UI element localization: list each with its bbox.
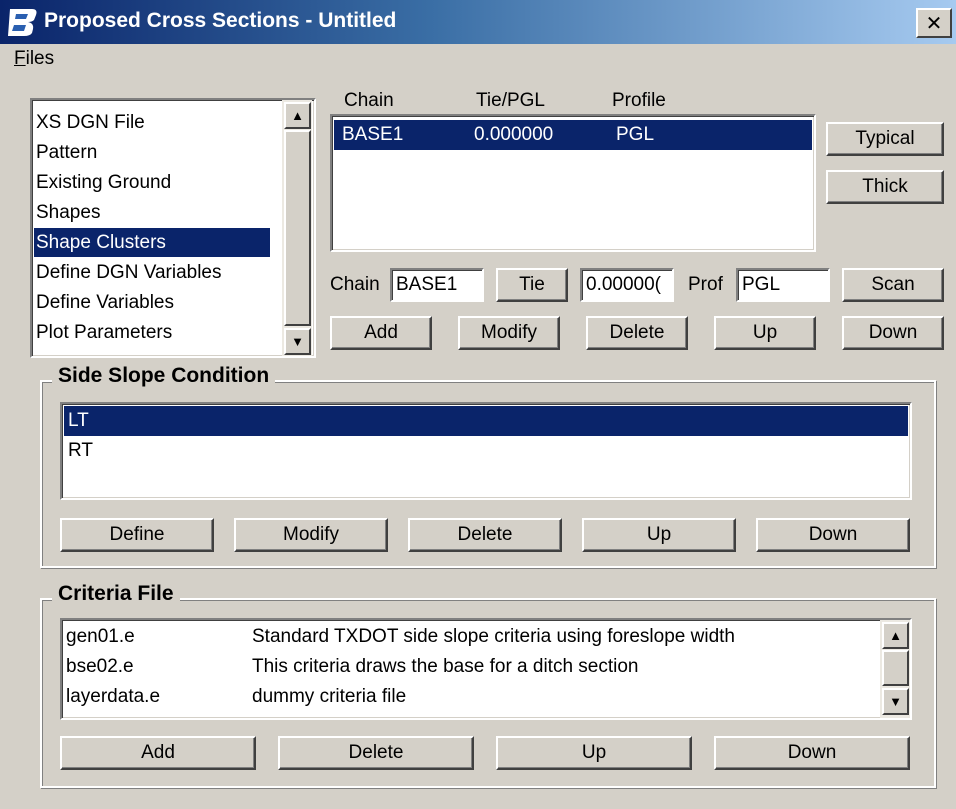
criteria-scroll-down-button[interactable]: ▼	[882, 688, 909, 715]
title-bar: Proposed Cross Sections - Untitled ✕	[0, 0, 956, 44]
menu-files-mnemonic: F	[14, 48, 26, 69]
menu-bar: Files	[0, 44, 956, 76]
side-slope-delete-button[interactable]: Delete	[408, 518, 562, 552]
criteria-row[interactable]: gen01.e Standard TXDOT side slope criter…	[64, 622, 874, 652]
nav-scroll-up-button[interactable]: ▲	[284, 102, 311, 129]
chain-input[interactable]: BASE1	[390, 268, 484, 302]
nav-item-define-dgn-variables[interactable]: Define DGN Variables	[34, 258, 270, 287]
side-slope-item-rt[interactable]: RT	[64, 436, 908, 466]
prof-label: Prof	[688, 274, 723, 295]
chain-down-button[interactable]: Down	[842, 316, 944, 350]
criteria-down-button[interactable]: Down	[714, 736, 910, 770]
nav-scroll-thumb[interactable]	[284, 130, 311, 326]
nav-item-xs-dgn-file[interactable]: XS DGN File	[34, 108, 270, 137]
section-nav-list[interactable]: XS DGN File Pattern Existing Ground Shap…	[30, 98, 316, 358]
side-slope-item-lt[interactable]: LT	[64, 406, 908, 436]
nav-item-shape-clusters[interactable]: Shape Clusters	[34, 228, 270, 257]
criteria-file-cell: gen01.e	[66, 626, 135, 647]
tie-button[interactable]: Tie	[496, 268, 568, 302]
criteria-list[interactable]: gen01.e Standard TXDOT side slope criter…	[60, 618, 912, 720]
criteria-delete-button[interactable]: Delete	[278, 736, 474, 770]
criteria-row[interactable]: layerdata.e dummy criteria file	[64, 682, 874, 712]
bentley-b-icon	[8, 9, 37, 36]
nav-item-plot-parameters[interactable]: Plot Parameters	[34, 318, 270, 347]
chain-up-button[interactable]: Up	[714, 316, 816, 350]
chain-cell: BASE1	[342, 124, 404, 145]
criteria-add-button[interactable]: Add	[60, 736, 256, 770]
close-button[interactable]: ✕	[916, 8, 952, 38]
nav-item-define-variables[interactable]: Define Variables	[34, 288, 270, 317]
thick-button[interactable]: Thick	[826, 170, 944, 204]
criteria-row[interactable]: bse02.e This criteria draws the base for…	[64, 652, 874, 682]
criteria-file-cell: layerdata.e	[66, 686, 161, 707]
tie-cell: 0.000000	[474, 124, 554, 145]
window-title: Proposed Cross Sections - Untitled	[44, 9, 397, 32]
side-slope-modify-button[interactable]: Modify	[234, 518, 388, 552]
criteria-desc-cell: Standard TXDOT side slope criteria using…	[252, 626, 735, 647]
criteria-scroll-thumb[interactable]	[882, 650, 909, 686]
header-chain: Chain	[344, 90, 394, 111]
criteria-up-button[interactable]: Up	[496, 736, 692, 770]
chain-modify-button[interactable]: Modify	[458, 316, 560, 350]
side-slope-down-button[interactable]: Down	[756, 518, 910, 552]
prof-input[interactable]: PGL	[736, 268, 830, 302]
criteria-desc-cell: This criteria draws the base for a ditch…	[252, 656, 639, 677]
chain-label: Chain	[330, 274, 380, 295]
side-slope-list[interactable]: LT RT	[60, 402, 912, 500]
criteria-file-cell: bse02.e	[66, 656, 134, 677]
header-tie-pgl: Tie/PGL	[476, 90, 545, 111]
tie-input[interactable]: 0.00000(	[580, 268, 674, 302]
nav-item-existing-ground[interactable]: Existing Ground	[34, 168, 270, 197]
profile-cell: PGL	[616, 124, 655, 145]
chain-delete-button[interactable]: Delete	[586, 316, 688, 350]
criteria-scroll-up-button[interactable]: ▲	[882, 622, 909, 649]
menu-files[interactable]: Files	[14, 48, 54, 70]
side-slope-title: Side Slope Condition	[52, 364, 276, 388]
nav-item-shapes[interactable]: Shapes	[34, 198, 270, 227]
nav-scroll-down-button[interactable]: ▼	[284, 328, 311, 355]
criteria-desc-cell: dummy criteria file	[252, 686, 407, 707]
header-profile: Profile	[612, 90, 666, 111]
criteria-title: Criteria File	[52, 582, 180, 606]
chain-add-button[interactable]: Add	[330, 316, 432, 350]
side-slope-item-lt-label: LT	[68, 410, 89, 431]
menu-files-label: iles	[25, 48, 55, 69]
chain-list[interactable]: BASE1 0.000000 PGL	[330, 114, 816, 252]
nav-item-pattern[interactable]: Pattern	[34, 138, 270, 167]
side-slope-item-rt-label: RT	[68, 440, 93, 461]
side-slope-define-button[interactable]: Define	[60, 518, 214, 552]
chain-row[interactable]: BASE1 0.000000 PGL	[334, 120, 812, 150]
typical-button[interactable]: Typical	[826, 122, 944, 156]
scan-button[interactable]: Scan	[842, 268, 944, 302]
side-slope-up-button[interactable]: Up	[582, 518, 736, 552]
